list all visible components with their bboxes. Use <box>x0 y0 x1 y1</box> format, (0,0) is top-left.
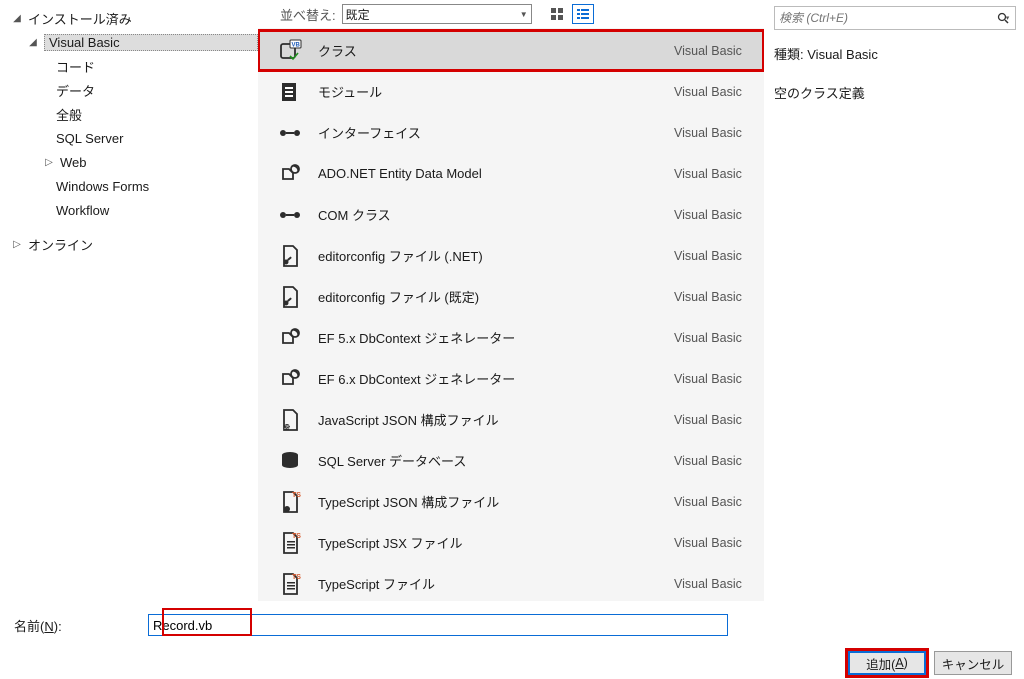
module-icon <box>276 78 304 106</box>
file-wrench-icon <box>276 242 304 270</box>
caret-down-icon: ◢ <box>26 35 40 49</box>
template-center: 並べ替え: 既定 ▼ VB クラス Visual Basic モジュール Vis… <box>258 0 764 601</box>
tree-windows-forms[interactable]: Windows Forms <box>4 174 258 198</box>
entity-icon <box>276 324 304 352</box>
template-lang: Visual Basic <box>674 290 754 304</box>
file-ts-icon: TS <box>276 488 304 516</box>
template-title: クラス <box>318 41 660 60</box>
template-title: EF 5.x DbContext ジェネレーター <box>318 328 660 347</box>
svg-text:TS: TS <box>292 492 301 499</box>
template-title: TypeScript ファイル <box>318 574 660 593</box>
template-lang: Visual Basic <box>674 495 754 509</box>
template-row[interactable]: JS JavaScript JSON 構成ファイル Visual Basic <box>258 399 764 440</box>
template-title: COM クラス <box>318 205 660 224</box>
cancel-button[interactable]: キャンセル <box>934 651 1012 675</box>
database-icon <box>276 447 304 475</box>
tree-sql-server[interactable]: SQL Server <box>4 126 258 150</box>
category-tree: ◢ インストール済み ◢ Visual Basic コード データ 全般 SQL… <box>0 0 258 601</box>
class-vb-icon: VB <box>276 37 304 65</box>
template-list[interactable]: VB クラス Visual Basic モジュール Visual Basic イ… <box>258 28 764 601</box>
template-lang: Visual Basic <box>674 208 754 222</box>
template-row[interactable]: COM クラス Visual Basic <box>258 194 764 235</box>
caret-down-icon: ◢ <box>10 11 24 25</box>
template-lang: Visual Basic <box>674 126 754 140</box>
view-details[interactable] <box>572 4 594 24</box>
entity-icon <box>276 365 304 393</box>
template-lang: Visual Basic <box>674 577 754 591</box>
template-row[interactable]: EF 6.x DbContext ジェネレーター Visual Basic <box>258 358 764 399</box>
tree-workflow[interactable]: Workflow <box>4 198 258 222</box>
info-type: 種類: Visual Basic <box>774 44 1016 63</box>
template-title: TypeScript JSON 構成ファイル <box>318 492 660 511</box>
template-title: インターフェイス <box>318 123 660 142</box>
template-lang: Visual Basic <box>674 413 754 427</box>
template-lang: Visual Basic <box>674 249 754 263</box>
sort-combo[interactable]: 既定 ▼ <box>342 4 532 24</box>
template-row[interactable]: editorconfig ファイル (.NET) Visual Basic <box>258 235 764 276</box>
interface-icon <box>276 119 304 147</box>
name-label: 名前(N): <box>14 616 148 635</box>
view-large-icons[interactable] <box>546 4 568 24</box>
template-title: EF 6.x DbContext ジェネレーター <box>318 369 660 388</box>
tree-code[interactable]: コード <box>4 54 258 78</box>
info-desc: 空のクラス定義 <box>774 83 1016 102</box>
template-row[interactable]: TS TypeScript JSX ファイル Visual Basic <box>258 522 764 563</box>
template-lang: Visual Basic <box>674 85 754 99</box>
template-row[interactable]: インターフェイス Visual Basic <box>258 112 764 153</box>
file-ts-lines-icon: TS <box>276 570 304 598</box>
template-lang: Visual Basic <box>674 372 754 386</box>
template-lang: Visual Basic <box>674 454 754 468</box>
tree-installed[interactable]: ◢ インストール済み <box>4 6 258 30</box>
template-row[interactable]: TS TypeScript JSON 構成ファイル Visual Basic <box>258 481 764 522</box>
entity-icon <box>276 160 304 188</box>
svg-text:JS: JS <box>284 425 291 431</box>
template-lang: Visual Basic <box>674 536 754 550</box>
template-title: ADO.NET Entity Data Model <box>318 166 660 181</box>
add-button[interactable]: 追加(A) <box>848 651 926 675</box>
caret-right-icon: ▷ <box>42 155 56 169</box>
tree-general[interactable]: 全般 <box>4 102 258 126</box>
template-row[interactable]: モジュール Visual Basic <box>258 71 764 112</box>
tree-online[interactable]: ▷ オンライン <box>4 232 258 256</box>
template-title: モジュール <box>318 82 660 101</box>
template-title: TypeScript JSX ファイル <box>318 533 660 552</box>
template-row[interactable]: VB クラス Visual Basic <box>258 30 764 71</box>
sort-label: 並べ替え: <box>280 5 336 24</box>
template-title: SQL Server データベース <box>318 451 660 470</box>
bottom-bar: 名前(N): 追加(A) キャンセル <box>0 601 1024 679</box>
search-input[interactable] <box>779 11 995 25</box>
file-wrench-icon <box>276 283 304 311</box>
template-row[interactable]: ADO.NET Entity Data Model Visual Basic <box>258 153 764 194</box>
template-lang: Visual Basic <box>674 167 754 181</box>
file-js-icon: JS <box>276 406 304 434</box>
template-row[interactable]: TS TypeScript ファイル Visual Basic <box>258 563 764 601</box>
info-panel: ▾ 種類: Visual Basic 空のクラス定義 <box>764 0 1024 601</box>
sort-bar: 並べ替え: 既定 ▼ <box>258 0 764 28</box>
interface-icon <box>276 201 304 229</box>
template-title: JavaScript JSON 構成ファイル <box>318 410 660 429</box>
svg-text:TS: TS <box>292 574 301 581</box>
svg-text:TS: TS <box>292 533 301 540</box>
template-lang: Visual Basic <box>674 331 754 345</box>
name-input[interactable] <box>148 614 728 636</box>
tree-visual-basic[interactable]: ◢ Visual Basic <box>4 30 258 54</box>
chevron-down-icon: ▼ <box>520 10 528 19</box>
template-row[interactable]: SQL Server データベース Visual Basic <box>258 440 764 481</box>
template-title: editorconfig ファイル (既定) <box>318 287 660 306</box>
svg-text:VB: VB <box>292 42 301 48</box>
template-row[interactable]: editorconfig ファイル (既定) Visual Basic <box>258 276 764 317</box>
template-row[interactable]: EF 5.x DbContext ジェネレーター Visual Basic <box>258 317 764 358</box>
tree-data[interactable]: データ <box>4 78 258 102</box>
search-box[interactable]: ▾ <box>774 6 1016 30</box>
caret-right-icon: ▷ <box>10 237 24 251</box>
template-title: editorconfig ファイル (.NET) <box>318 246 660 265</box>
template-lang: Visual Basic <box>674 44 754 58</box>
file-ts-lines-icon: TS <box>276 529 304 557</box>
tree-web[interactable]: ▷ Web <box>4 150 258 174</box>
search-icon[interactable]: ▾ <box>995 10 1011 26</box>
